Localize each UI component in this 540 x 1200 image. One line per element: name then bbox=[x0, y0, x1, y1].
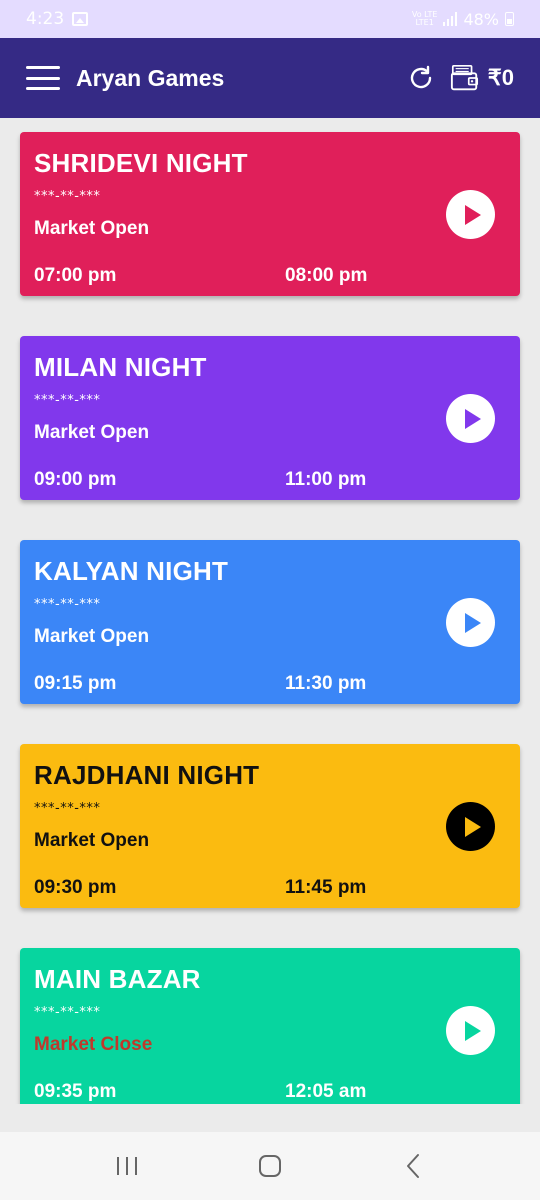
home-icon[interactable] bbox=[240, 1146, 300, 1186]
close-time: 12:05 am bbox=[285, 1081, 367, 1102]
market-status: Market Open bbox=[34, 830, 150, 851]
market-result: ***-**-*** bbox=[34, 801, 101, 816]
play-icon bbox=[465, 204, 481, 225]
menu-icon[interactable] bbox=[26, 66, 60, 90]
close-time: 11:45 pm bbox=[285, 877, 367, 898]
app-title: Aryan Games bbox=[76, 64, 225, 91]
play-icon bbox=[465, 1020, 481, 1041]
open-time: 09:30 pm bbox=[34, 877, 117, 898]
battery-icon bbox=[505, 12, 514, 26]
close-time: 11:30 pm bbox=[285, 673, 367, 694]
back-icon[interactable] bbox=[383, 1146, 443, 1186]
system-nav-bar bbox=[0, 1132, 540, 1200]
play-button[interactable] bbox=[446, 802, 495, 851]
play-button[interactable] bbox=[446, 598, 495, 647]
gallery-icon bbox=[72, 12, 89, 26]
wallet-icon[interactable] bbox=[450, 63, 480, 93]
market-status: Market Open bbox=[34, 626, 150, 647]
market-card[interactable]: KALYAN NIGHT ***-**-*** Market Open 09:1… bbox=[20, 540, 520, 704]
market-name: SHRIDEVI NIGHT bbox=[34, 148, 248, 178]
market-list: SHRIDEVI NIGHT ***-**-*** Market Open 07… bbox=[0, 118, 540, 1104]
open-time: 07:00 pm bbox=[34, 265, 117, 286]
market-times: 09:35 pm 12:05 am bbox=[34, 1081, 434, 1103]
close-time: 08:00 pm bbox=[285, 265, 368, 286]
market-status: Market Open bbox=[34, 422, 150, 443]
market-result: ***-**-*** bbox=[34, 189, 101, 204]
status-left: 4:23 bbox=[26, 9, 89, 29]
play-button[interactable] bbox=[446, 1006, 495, 1055]
recent-apps-icon[interactable] bbox=[97, 1146, 157, 1186]
market-result: ***-**-*** bbox=[34, 1005, 101, 1020]
market-name: MAIN BAZAR bbox=[34, 964, 201, 994]
market-name: RAJDHANI NIGHT bbox=[34, 760, 260, 790]
market-name: KALYAN NIGHT bbox=[34, 556, 229, 586]
market-name: MILAN NIGHT bbox=[34, 352, 207, 382]
close-time: 11:00 pm bbox=[285, 469, 367, 490]
status-time: 4:23 bbox=[26, 9, 65, 29]
market-status: Market Close bbox=[34, 1034, 153, 1055]
market-times: 09:30 pm 11:45 pm bbox=[34, 877, 434, 899]
status-right: Vo LTE LTE1 48% bbox=[412, 10, 514, 29]
play-icon bbox=[465, 408, 481, 429]
network-type-icon: Vo LTE LTE1 bbox=[411, 10, 438, 27]
wallet-amount[interactable]: ₹0 bbox=[488, 65, 514, 91]
market-card[interactable]: SHRIDEVI NIGHT ***-**-*** Market Open 07… bbox=[20, 132, 520, 296]
play-icon bbox=[465, 816, 481, 837]
market-status: Market Open bbox=[34, 218, 150, 239]
market-times: 09:15 pm 11:30 pm bbox=[34, 673, 434, 695]
play-button[interactable] bbox=[446, 190, 495, 239]
market-result: ***-**-*** bbox=[34, 597, 101, 612]
market-card[interactable]: MAIN BAZAR ***-**-*** Market Close 09:35… bbox=[20, 948, 520, 1104]
app-bar: Aryan Games ₹0 bbox=[0, 38, 540, 118]
battery-percent: 48% bbox=[463, 9, 499, 29]
open-time: 09:35 pm bbox=[34, 1081, 117, 1102]
refresh-icon[interactable] bbox=[406, 63, 436, 93]
app-actions: ₹0 bbox=[406, 63, 514, 93]
market-times: 07:00 pm 08:00 pm bbox=[34, 265, 434, 287]
play-button[interactable] bbox=[446, 394, 495, 443]
play-icon bbox=[465, 612, 481, 633]
signal-icon bbox=[443, 12, 458, 26]
market-result: ***-**-*** bbox=[34, 393, 101, 408]
status-bar: 4:23 Vo LTE LTE1 48% bbox=[0, 0, 540, 38]
open-time: 09:00 pm bbox=[34, 469, 117, 490]
market-card[interactable]: MILAN NIGHT ***-**-*** Market Open 09:00… bbox=[20, 336, 520, 500]
market-times: 09:00 pm 11:00 pm bbox=[34, 469, 434, 491]
open-time: 09:15 pm bbox=[34, 673, 117, 694]
market-card[interactable]: RAJDHANI NIGHT ***-**-*** Market Open 09… bbox=[20, 744, 520, 908]
